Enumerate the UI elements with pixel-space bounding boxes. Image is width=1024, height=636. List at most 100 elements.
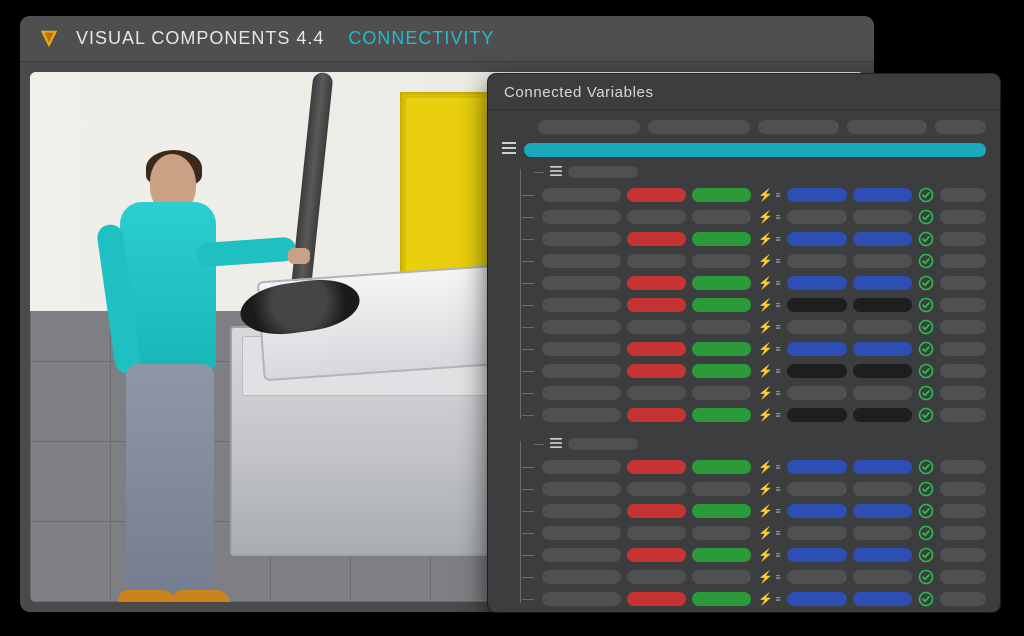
sim-value-cell	[627, 188, 686, 202]
pair-sub-icon: ≡	[775, 388, 781, 398]
app-logo-icon	[38, 28, 60, 50]
sim-value-cell-2	[692, 526, 751, 540]
lightning-icon: ⚡	[757, 408, 773, 422]
trailing-cell	[940, 298, 986, 312]
variable-row[interactable]: ⚡≡	[534, 523, 986, 543]
sim-value-cell	[627, 460, 686, 474]
server-value-cell	[787, 570, 846, 584]
check-circle-icon	[918, 569, 934, 585]
col-header[interactable]	[935, 120, 986, 134]
trailing-cell	[940, 482, 986, 496]
lightning-icon: ⚡	[757, 482, 773, 496]
variable-row[interactable]: ⚡≡	[534, 457, 986, 477]
sim-value-cell-2	[692, 276, 751, 290]
check-circle-icon	[918, 253, 934, 269]
variable-row[interactable]: ⚡≡	[534, 251, 986, 271]
sim-value-cell	[627, 232, 686, 246]
trailing-cell	[940, 592, 986, 606]
check-circle-icon	[918, 231, 934, 247]
sim-value-cell-2	[692, 342, 751, 356]
server-value-cell-2	[853, 570, 912, 584]
server-value-cell	[787, 342, 846, 356]
server-value-cell-2	[853, 320, 912, 334]
sim-value-cell	[627, 320, 686, 334]
server-value-cell-2	[853, 592, 912, 606]
server-value-cell	[787, 460, 846, 474]
pair-sub-icon: ≡	[775, 212, 781, 222]
col-header[interactable]	[648, 120, 750, 134]
col-header[interactable]	[538, 120, 640, 134]
check-circle-icon	[918, 481, 934, 497]
server-value-cell-2	[853, 210, 912, 224]
sim-value-cell	[627, 342, 686, 356]
connected-variables-panel[interactable]: Connected Variables ⚡≡⚡≡⚡≡⚡≡⚡≡⚡≡⚡≡⚡≡⚡≡⚡≡…	[488, 74, 1000, 612]
group-header[interactable]	[534, 435, 986, 453]
sim-value-cell	[627, 570, 686, 584]
variable-row[interactable]: ⚡≡	[534, 185, 986, 205]
pair-sub-icon: ≡	[775, 256, 781, 266]
lightning-icon: ⚡	[757, 386, 773, 400]
group-header[interactable]	[534, 163, 986, 181]
sim-value-cell-2	[692, 232, 751, 246]
sim-value-cell	[627, 210, 686, 224]
variable-row[interactable]: ⚡≡	[534, 207, 986, 227]
trailing-cell	[940, 320, 986, 334]
variable-row[interactable]: ⚡≡	[534, 545, 986, 565]
server-value-cell-2	[853, 504, 912, 518]
variable-row[interactable]: ⚡≡	[534, 339, 986, 359]
server-value-cell	[787, 298, 846, 312]
trailing-cell	[940, 386, 986, 400]
variable-row[interactable]: ⚡≡	[534, 229, 986, 249]
variable-row[interactable]: ⚡≡	[534, 361, 986, 381]
pair-sub-icon: ≡	[775, 594, 781, 604]
sim-value-cell-2	[692, 592, 751, 606]
sim-value-cell	[627, 364, 686, 378]
check-circle-icon	[918, 363, 934, 379]
panel-title: Connected Variables	[488, 74, 1000, 110]
pair-sub-icon: ≡	[775, 234, 781, 244]
pair-sub-icon: ≡	[775, 550, 781, 560]
trailing-cell	[940, 210, 986, 224]
pair-sub-icon: ≡	[775, 300, 781, 310]
var-name-cell	[542, 188, 621, 202]
variable-row[interactable]: ⚡≡	[534, 479, 986, 499]
tab-connectivity[interactable]: CONNECTIVITY	[348, 28, 494, 49]
trailing-cell	[940, 232, 986, 246]
lightning-icon: ⚡	[757, 460, 773, 474]
variable-row[interactable]: ⚡≡	[534, 383, 986, 403]
server-value-cell-2	[853, 526, 912, 540]
pair-sub-icon: ≡	[775, 410, 781, 420]
sim-value-cell-2	[692, 320, 751, 334]
variable-row[interactable]: ⚡≡	[534, 567, 986, 587]
variable-row[interactable]: ⚡≡	[534, 273, 986, 293]
trailing-cell	[940, 570, 986, 584]
server-value-cell-2	[853, 254, 912, 268]
variable-row[interactable]: ⚡≡	[534, 317, 986, 337]
pair-sub-icon: ≡	[775, 190, 781, 200]
trailing-cell	[940, 276, 986, 290]
sim-value-cell-2	[692, 504, 751, 518]
server-value-cell	[787, 408, 846, 422]
tree-root[interactable]	[502, 142, 986, 157]
variable-row[interactable]: ⚡≡	[534, 589, 986, 609]
variable-tree: ⚡≡⚡≡⚡≡⚡≡⚡≡⚡≡⚡≡⚡≡⚡≡⚡≡⚡≡⚡≡⚡≡⚡≡⚡≡⚡≡⚡≡⚡≡	[512, 163, 986, 609]
sim-value-cell	[627, 408, 686, 422]
server-value-cell	[787, 188, 846, 202]
variable-row[interactable]: ⚡≡	[534, 295, 986, 315]
col-header[interactable]	[758, 120, 838, 134]
lightning-icon: ⚡	[757, 320, 773, 334]
var-name-cell	[542, 276, 621, 290]
sim-value-cell-2	[692, 210, 751, 224]
server-value-cell-2	[853, 548, 912, 562]
col-header[interactable]	[847, 120, 927, 134]
pair-sub-icon: ≡	[775, 462, 781, 472]
server-value-cell	[787, 526, 846, 540]
server-value-cell-2	[853, 188, 912, 202]
list-icon	[550, 165, 562, 179]
variable-row[interactable]: ⚡≡	[534, 501, 986, 521]
app-title: VISUAL COMPONENTS 4.4	[76, 28, 324, 49]
check-circle-icon	[918, 407, 934, 423]
sim-value-cell	[627, 254, 686, 268]
check-circle-icon	[918, 503, 934, 519]
variable-row[interactable]: ⚡≡	[534, 405, 986, 425]
